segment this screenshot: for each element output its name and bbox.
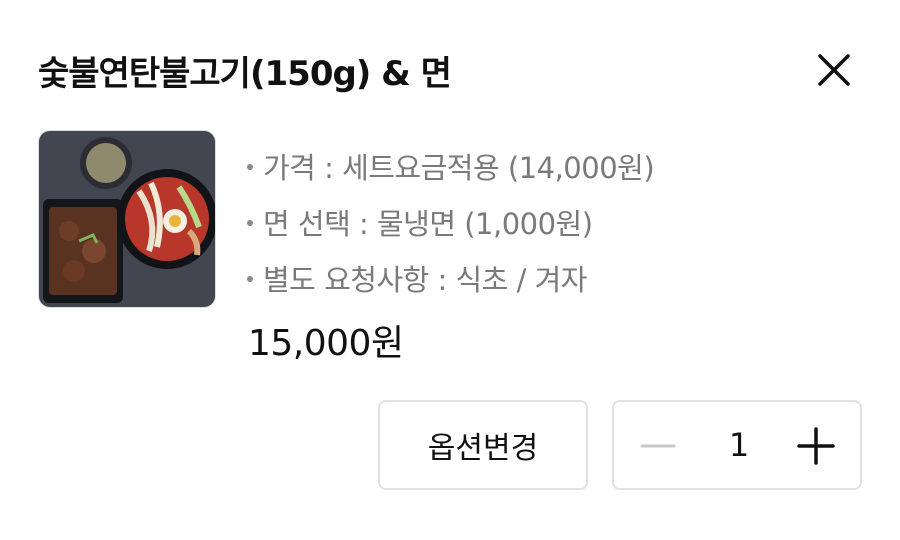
close-button[interactable]	[814, 50, 854, 90]
minus-icon	[640, 444, 676, 448]
bullet-icon	[247, 164, 253, 170]
option-item-price: 가격 : 세트요금적용 (14,000원)	[247, 138, 655, 194]
option-text: 별도 요청사항 : 식초 / 겨자	[263, 263, 587, 297]
option-item-noodle: 면 선택 : 물냉면 (1,000원)	[247, 194, 654, 250]
food-photo-icon	[39, 131, 215, 307]
option-item-request: 별도 요청사항 : 식초 / 겨자	[247, 250, 654, 306]
quantity-value: 1	[728, 426, 750, 464]
bullet-icon	[247, 220, 253, 226]
change-option-button[interactable]: 옵션변경	[378, 400, 588, 490]
option-text: 면 선택 : 물냉면 (1,000원)	[263, 207, 593, 241]
increase-quantity-button[interactable]	[794, 424, 838, 468]
plus-icon	[797, 427, 835, 465]
modal-header: 숯불연탄불고기(150g) & 면	[38, 40, 862, 100]
bullet-icon	[247, 276, 253, 282]
quantity-stepper: 1	[612, 400, 862, 490]
decrease-quantity-button[interactable]	[636, 424, 680, 468]
option-list: 가격 : 세트요금적용 (14,000원) 면 선택 : 물냉면 (1,000원…	[247, 138, 655, 306]
option-text: 가격 : 세트요금적용 (14,000원)	[263, 151, 655, 185]
close-icon	[818, 54, 850, 86]
total-price: 15,000원	[248, 323, 404, 364]
product-thumbnail	[38, 130, 216, 308]
product-title: 숯불연탄불고기(150g) & 면	[38, 54, 452, 94]
